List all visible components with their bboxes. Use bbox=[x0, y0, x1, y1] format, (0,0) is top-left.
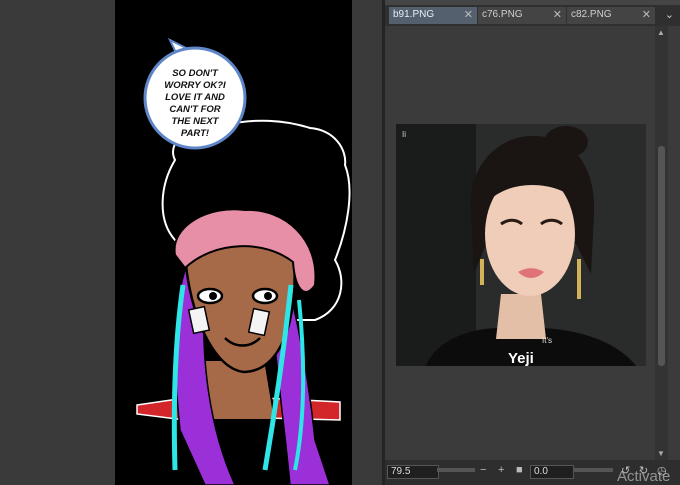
rotation-field[interactable]: 0.0 bbox=[530, 465, 574, 479]
photo-caption: Yeji bbox=[508, 350, 534, 366]
photo-caption-small: It's bbox=[542, 336, 552, 345]
tab-label: b91.PNG bbox=[393, 9, 435, 20]
tab-c82[interactable]: c82.PNG ✕ bbox=[567, 7, 655, 24]
zoom-out-icon[interactable]: − bbox=[480, 464, 486, 476]
reference-viewer-panel: b91.PNG ✕ c76.PNG ✕ c82.PNG ✕ ⌄ Ii It's … bbox=[385, 0, 680, 485]
canvas-background-left bbox=[0, 0, 115, 485]
photo-corner-text: Ii bbox=[402, 130, 406, 139]
tab-label: c76.PNG bbox=[482, 9, 523, 20]
zoom-field[interactable]: 79.5 bbox=[387, 465, 439, 479]
zoom-in-icon[interactable]: + bbox=[498, 464, 504, 476]
bubble-line: CAN'T FOR bbox=[169, 104, 221, 115]
image-viewer[interactable]: Ii It's Yeji bbox=[385, 26, 655, 460]
tab-b91[interactable]: b91.PNG ✕ bbox=[389, 7, 477, 24]
bubble-line: PART! bbox=[180, 128, 210, 139]
zoom-slider[interactable] bbox=[437, 468, 475, 472]
scrollbar-thumb[interactable] bbox=[658, 146, 665, 366]
chevron-down-icon[interactable]: ⌄ bbox=[665, 8, 674, 21]
comic-canvas[interactable]: SO DON'T WORRY OK?I LOVE IT AND CAN'T FO… bbox=[115, 0, 352, 485]
close-icon[interactable]: ✕ bbox=[553, 8, 562, 21]
scroll-up-icon[interactable]: ▲ bbox=[657, 28, 665, 37]
vertical-scrollbar[interactable]: ▲ ▼ bbox=[655, 26, 668, 460]
portrait-image bbox=[396, 124, 646, 366]
rotation-slider[interactable] bbox=[573, 468, 613, 472]
windows-activation-watermark: Activate bbox=[617, 468, 671, 485]
tab-label: c82.PNG bbox=[571, 9, 612, 20]
reference-photo: Ii It's Yeji bbox=[396, 124, 646, 366]
tab-c76[interactable]: c76.PNG ✕ bbox=[478, 7, 566, 24]
close-icon[interactable]: ✕ bbox=[464, 8, 473, 21]
fit-icon[interactable]: ■ bbox=[516, 464, 523, 476]
scroll-down-icon[interactable]: ▼ bbox=[657, 449, 665, 458]
canvas-background-right bbox=[352, 0, 382, 485]
tab-bar-top-strip bbox=[385, 0, 680, 5]
close-icon[interactable]: ✕ bbox=[642, 8, 651, 21]
bubble-line: LOVE IT AND bbox=[165, 92, 225, 103]
bubble-line: THE NEXT bbox=[171, 116, 219, 127]
speech-bubble-text: SO DON'T WORRY OK?I LOVE IT AND CAN'T FO… bbox=[150, 68, 240, 140]
tab-bar: b91.PNG ✕ c76.PNG ✕ c82.PNG ✕ ⌄ bbox=[385, 0, 680, 26]
bubble-line: SO DON'T bbox=[172, 68, 218, 79]
bubble-line: WORRY OK?I bbox=[164, 80, 226, 91]
